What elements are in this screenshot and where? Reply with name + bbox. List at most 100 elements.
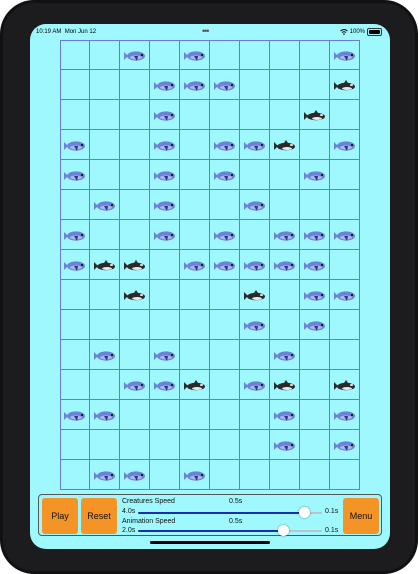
grid-cell[interactable]: [60, 460, 90, 490]
grid-cell[interactable]: [150, 340, 180, 370]
grid-cell[interactable]: [300, 340, 330, 370]
grid-cell[interactable]: [120, 130, 150, 160]
grid-cell[interactable]: [240, 40, 270, 70]
grid-cell[interactable]: [270, 40, 300, 70]
grid-cell[interactable]: [60, 190, 90, 220]
grid-cell[interactable]: [120, 310, 150, 340]
grid-cell[interactable]: [90, 100, 120, 130]
grid-cell[interactable]: [210, 130, 240, 160]
grid-cell[interactable]: [90, 460, 120, 490]
grid-cell[interactable]: [300, 250, 330, 280]
grid-cell[interactable]: [60, 40, 90, 70]
grid-cell[interactable]: [180, 70, 210, 100]
grid-cell[interactable]: [120, 430, 150, 460]
grid-cell[interactable]: [330, 310, 360, 340]
grid-cell[interactable]: [210, 460, 240, 490]
grid-cell[interactable]: [270, 250, 300, 280]
grid-cell[interactable]: [300, 430, 330, 460]
grid-cell[interactable]: [210, 220, 240, 250]
grid-cell[interactable]: [180, 40, 210, 70]
grid-cell[interactable]: [60, 280, 90, 310]
grid-cell[interactable]: [270, 370, 300, 400]
grid-cell[interactable]: [150, 310, 180, 340]
grid-cell[interactable]: [180, 400, 210, 430]
grid-cell[interactable]: [300, 280, 330, 310]
grid-cell[interactable]: [240, 310, 270, 340]
grid-cell[interactable]: [60, 100, 90, 130]
grid-cell[interactable]: [210, 430, 240, 460]
grid-cell[interactable]: [150, 160, 180, 190]
grid-cell[interactable]: [210, 400, 240, 430]
grid-cell[interactable]: [150, 40, 180, 70]
grid-cell[interactable]: [210, 70, 240, 100]
grid-cell[interactable]: [330, 430, 360, 460]
grid-cell[interactable]: [240, 280, 270, 310]
grid-cell[interactable]: [300, 130, 330, 160]
grid-cell[interactable]: [240, 100, 270, 130]
grid-cell[interactable]: [330, 400, 360, 430]
menu-button[interactable]: Menu: [343, 498, 379, 534]
grid-cell[interactable]: [180, 100, 210, 130]
grid-cell[interactable]: [270, 430, 300, 460]
grid-cell[interactable]: [300, 190, 330, 220]
grid-cell[interactable]: [240, 370, 270, 400]
grid-cell[interactable]: [210, 340, 240, 370]
grid-cell[interactable]: [300, 160, 330, 190]
grid-cell[interactable]: [120, 340, 150, 370]
grid-cell[interactable]: [240, 220, 270, 250]
grid-cell[interactable]: [60, 370, 90, 400]
grid-cell[interactable]: [60, 160, 90, 190]
grid-cell[interactable]: [90, 430, 120, 460]
grid-cell[interactable]: [120, 250, 150, 280]
multitasking-dots-icon[interactable]: •••: [202, 26, 210, 36]
reset-button[interactable]: Reset: [81, 498, 117, 534]
grid-cell[interactable]: [270, 310, 300, 340]
grid-cell[interactable]: [240, 130, 270, 160]
grid-cell[interactable]: [240, 400, 270, 430]
grid-cell[interactable]: [180, 370, 210, 400]
grid-cell[interactable]: [330, 280, 360, 310]
grid-cell[interactable]: [180, 160, 210, 190]
grid-cell[interactable]: [240, 340, 270, 370]
grid-cell[interactable]: [270, 400, 300, 430]
grid-cell[interactable]: [90, 130, 120, 160]
grid-cell[interactable]: [210, 370, 240, 400]
grid-cell[interactable]: [300, 100, 330, 130]
grid-cell[interactable]: [240, 160, 270, 190]
grid-cell[interactable]: [60, 400, 90, 430]
grid-cell[interactable]: [120, 460, 150, 490]
grid-cell[interactable]: [150, 220, 180, 250]
grid-cell[interactable]: [180, 190, 210, 220]
grid-cell[interactable]: [300, 460, 330, 490]
grid-cell[interactable]: [270, 280, 300, 310]
grid-cell[interactable]: [150, 460, 180, 490]
grid-cell[interactable]: [180, 430, 210, 460]
grid-cell[interactable]: [150, 100, 180, 130]
grid-cell[interactable]: [180, 250, 210, 280]
animation-speed-thumb[interactable]: [278, 525, 289, 536]
grid-cell[interactable]: [120, 40, 150, 70]
grid-cell[interactable]: [90, 160, 120, 190]
grid-cell[interactable]: [270, 190, 300, 220]
home-indicator[interactable]: [150, 541, 270, 544]
grid-cell[interactable]: [90, 280, 120, 310]
grid-cell[interactable]: [330, 370, 360, 400]
grid-cell[interactable]: [300, 70, 330, 100]
grid-cell[interactable]: [90, 340, 120, 370]
grid-cell[interactable]: [300, 220, 330, 250]
grid-cell[interactable]: [330, 250, 360, 280]
grid-cell[interactable]: [210, 250, 240, 280]
grid-cell[interactable]: [90, 400, 120, 430]
grid-cell[interactable]: [60, 250, 90, 280]
grid-cell[interactable]: [120, 70, 150, 100]
grid-cell[interactable]: [300, 400, 330, 430]
grid-cell[interactable]: [210, 280, 240, 310]
grid-cell[interactable]: [330, 460, 360, 490]
grid-cell[interactable]: [60, 340, 90, 370]
grid-cell[interactable]: [60, 430, 90, 460]
grid-cell[interactable]: [210, 310, 240, 340]
grid-cell[interactable]: [240, 250, 270, 280]
grid-cell[interactable]: [90, 220, 120, 250]
grid-cell[interactable]: [330, 100, 360, 130]
grid-cell[interactable]: [150, 280, 180, 310]
